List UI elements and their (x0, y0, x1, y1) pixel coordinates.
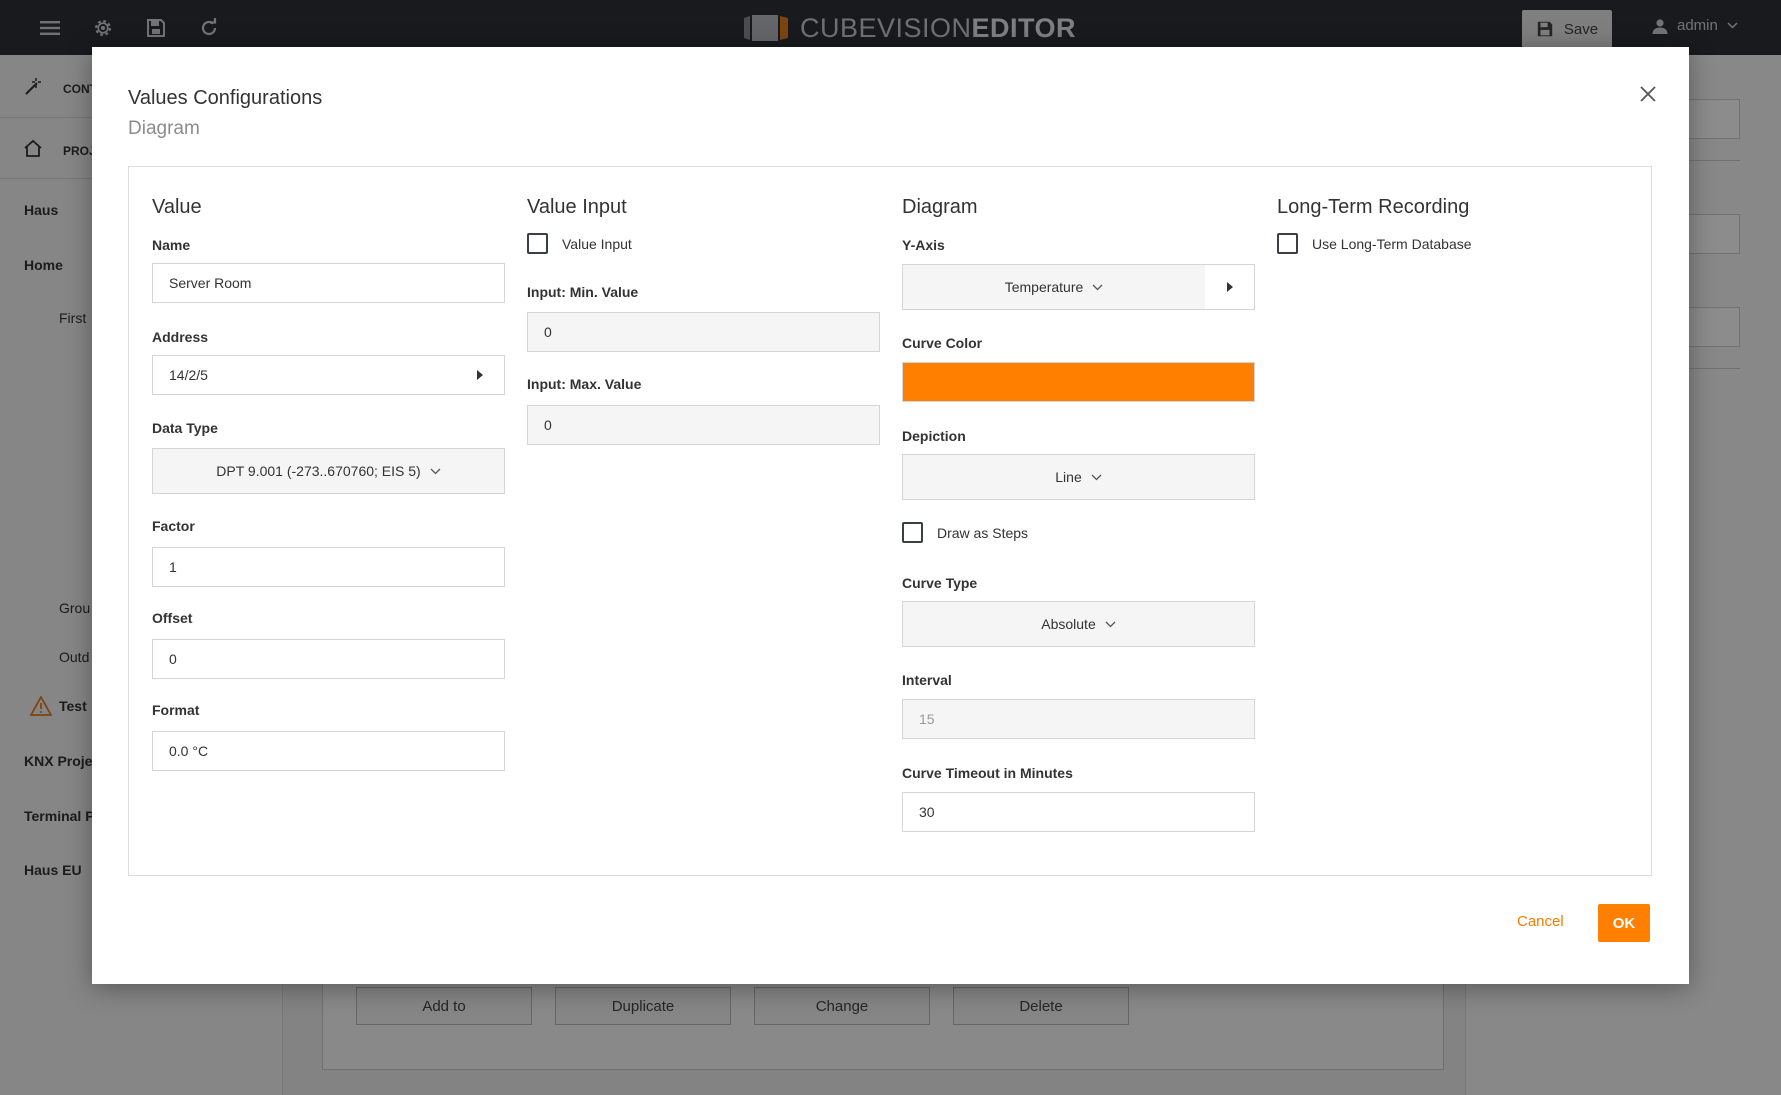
close-button[interactable] (1633, 79, 1663, 109)
curve-color-swatch[interactable] (902, 362, 1255, 402)
draw-as-steps-label: Draw as Steps (937, 524, 1029, 541)
checkbox-box[interactable] (527, 233, 548, 254)
address-picker-button[interactable] (455, 355, 505, 395)
curve-color-label: Curve Color (902, 335, 983, 351)
long-term-database-checkbox[interactable]: Use Long-Term Database (1277, 233, 1472, 254)
factor-label: Factor (152, 518, 195, 534)
draw-as-steps-checkbox[interactable]: Draw as Steps (902, 522, 1028, 543)
y-axis-value: Temperature (1004, 279, 1084, 295)
caret-right-icon (477, 370, 483, 380)
value-input-section-title: Value Input (527, 196, 627, 218)
y-axis-select[interactable]: Temperature (902, 264, 1206, 310)
interval-input[interactable]: 15 (902, 699, 1255, 739)
long-term-section-title: Long-Term Recording (1277, 196, 1470, 218)
offset-label: Offset (152, 610, 193, 626)
name-label: Name (152, 237, 191, 253)
long-term-database-label: Use Long-Term Database (1312, 235, 1472, 252)
name-input[interactable]: Server Room (152, 263, 505, 303)
cancel-button[interactable]: Cancel (1517, 913, 1564, 930)
curve-type-value: Absolute (1041, 616, 1096, 632)
dialog-title: Values Configurations (128, 87, 323, 109)
checkbox-box[interactable] (1277, 233, 1298, 254)
curve-type-select[interactable]: Absolute (902, 601, 1255, 647)
close-icon (1640, 86, 1656, 102)
value-section-title: Value (152, 196, 202, 218)
format-label: Format (152, 702, 200, 718)
y-axis-edit-button[interactable] (1205, 264, 1255, 310)
offset-input[interactable]: 0 (152, 639, 505, 679)
curve-timeout-input[interactable]: 30 (902, 792, 1255, 832)
depiction-label: Depiction (902, 428, 966, 444)
depiction-select[interactable]: Line (902, 454, 1255, 500)
address-input[interactable]: 14/2/5 (152, 355, 456, 395)
checkbox-box[interactable] (902, 522, 923, 543)
dialog-subtitle: Diagram (128, 118, 200, 139)
value-input-checkbox-label: Value Input (562, 235, 632, 252)
max-value-label: Input: Max. Value (527, 376, 642, 392)
y-axis-label: Y-Axis (902, 237, 945, 253)
address-label: Address (152, 329, 209, 345)
data-type-value: DPT 9.001 (-273..670760; EIS 5) (216, 463, 421, 479)
chevron-down-icon (1091, 474, 1102, 480)
format-input[interactable]: 0.0 °C (152, 731, 505, 771)
diagram-section-title: Diagram (902, 196, 978, 218)
caret-right-icon (1227, 282, 1233, 292)
curve-type-label: Curve Type (902, 575, 978, 591)
min-value-input[interactable]: 0 (527, 312, 880, 352)
value-input-checkbox[interactable]: Value Input (527, 233, 632, 254)
ok-button[interactable]: OK (1598, 904, 1650, 942)
chevron-down-icon (1092, 284, 1103, 290)
chevron-down-icon (430, 468, 441, 474)
min-value-label: Input: Min. Value (527, 284, 639, 300)
interval-label: Interval (902, 672, 952, 688)
curve-timeout-label: Curve Timeout in Minutes (902, 765, 1073, 781)
max-value-input[interactable]: 0 (527, 405, 880, 445)
factor-input[interactable]: 1 (152, 547, 505, 587)
values-configuration-dialog: Values Configurations Diagram Value Name… (92, 47, 1689, 984)
depiction-value: Line (1055, 469, 1082, 485)
data-type-label: Data Type (152, 420, 218, 436)
data-type-select[interactable]: DPT 9.001 (-273..670760; EIS 5) (152, 448, 505, 494)
configuration-panel: Value Name Server Room Address 14/2/5 Da… (128, 166, 1652, 876)
chevron-down-icon (1105, 621, 1116, 627)
